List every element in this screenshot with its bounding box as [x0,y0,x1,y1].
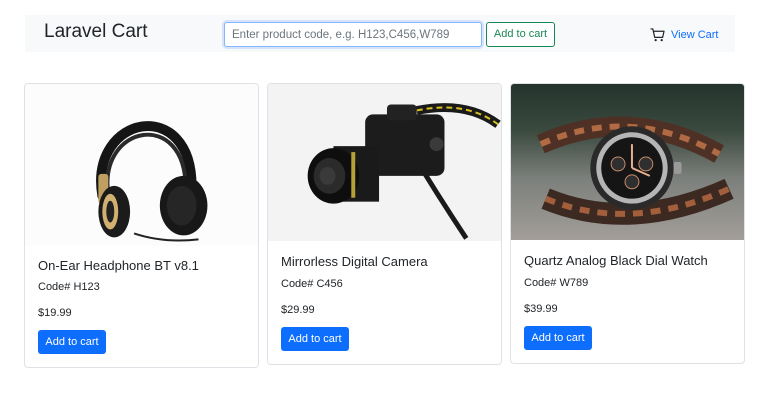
headphone-image [25,84,258,246]
product-title: Quartz Analog Black Dial Watch [524,253,708,268]
product-code: Code# H123 [38,281,100,293]
add-to-cart-by-code-button[interactable]: Add to cart [486,22,555,47]
product-price: $29.99 [281,304,315,316]
navbar: Laravel Cart Add to cart View Cart [25,15,735,52]
add-to-cart-button[interactable]: Add to cart [38,330,106,354]
add-to-cart-button[interactable]: Add to cart [524,326,592,350]
add-to-cart-button[interactable]: Add to cart [281,327,349,351]
view-cart-link[interactable]: View Cart [650,25,718,45]
brand-title[interactable]: Laravel Cart [44,20,148,44]
product-price: $19.99 [38,307,72,319]
product-code: Code# C456 [281,278,343,290]
product-code-input[interactable] [224,22,482,47]
product-price: $39.99 [524,303,558,315]
product-title: Mirrorless Digital Camera [281,254,428,269]
product-card-watch: Quartz Analog Black Dial Watch Code# W78… [510,83,745,364]
product-card-camera: Mirrorless Digital Camera Code# C456 $29… [267,83,502,365]
cart-icon [650,28,665,42]
camera-image [268,84,501,241]
watch-image [511,84,744,240]
product-title: On-Ear Headphone BT v8.1 [38,258,199,273]
product-code: Code# W789 [524,277,589,289]
product-card-headphone: On-Ear Headphone BT v8.1 Code# H123 $19.… [24,83,259,368]
view-cart-label: View Cart [671,29,719,41]
